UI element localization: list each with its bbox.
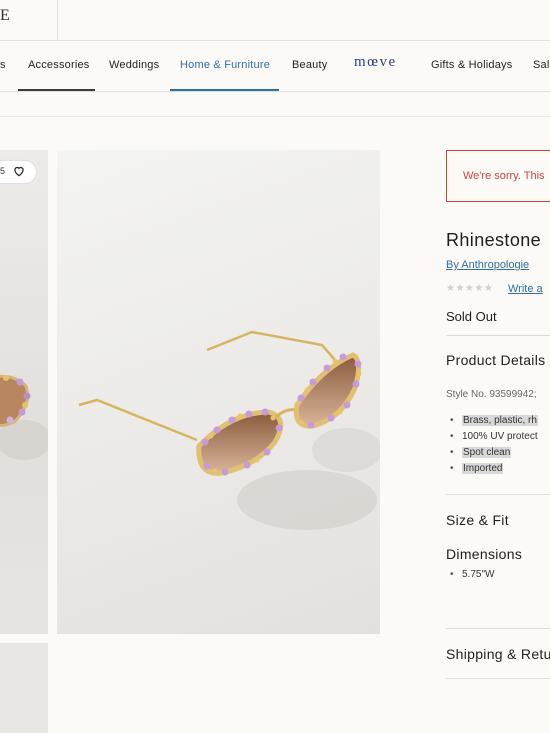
nav-item-accessories[interactable]: Accessories bbox=[28, 59, 90, 71]
stock-status: Sold Out bbox=[446, 309, 497, 324]
header-divider bbox=[0, 116, 550, 117]
brand-link[interactable]: By Anthropologie bbox=[446, 259, 529, 271]
heart-icon bbox=[14, 166, 24, 177]
thumbnail-image-front[interactable] bbox=[0, 150, 48, 634]
style-number: Style No. 93599942; bbox=[446, 389, 537, 400]
thumbnail-image-second[interactable] bbox=[0, 643, 48, 733]
divider bbox=[446, 678, 550, 679]
like-count: 5 bbox=[0, 166, 6, 176]
nav-underline-active bbox=[170, 89, 279, 91]
sunglasses-image bbox=[78, 330, 380, 530]
list-item: Brass, plastic, rh bbox=[450, 413, 538, 429]
top-bar: E bbox=[0, 0, 550, 41]
list-item: Imported bbox=[450, 461, 538, 477]
nav-item-beauty[interactable]: Beauty bbox=[292, 59, 327, 71]
logo-fragment[interactable]: E bbox=[0, 7, 10, 25]
nav-item-sale[interactable]: Sale bbox=[533, 59, 550, 71]
sunglasses-front-image bbox=[0, 374, 48, 460]
list-item: 100% UV protect bbox=[450, 429, 538, 445]
nav-underline-hover bbox=[18, 89, 95, 91]
nav-item-partial[interactable]: s bbox=[0, 59, 6, 71]
nav-item-home-furniture[interactable]: Home & Furniture bbox=[180, 59, 270, 71]
dimensions-list: 5.75"W bbox=[450, 569, 494, 580]
nav-item-maeve-logo[interactable]: mœve bbox=[354, 54, 397, 71]
top-divider bbox=[57, 0, 58, 40]
product-details-list: Brass, plastic, rh 100% UV protect Spot … bbox=[450, 413, 538, 477]
error-alert: We're sorry. This bbox=[446, 150, 550, 202]
like-button[interactable]: 5 bbox=[0, 161, 36, 183]
product-title: Rhinestone bbox=[446, 230, 542, 250]
list-item: Spot clean bbox=[450, 445, 538, 461]
shipping-returns-heading[interactable]: Shipping & Retu bbox=[446, 646, 550, 662]
rating-stars: ★★★★★ bbox=[446, 283, 494, 294]
write-review-link[interactable]: Write a bbox=[508, 283, 543, 295]
product-details-heading[interactable]: Product Details bbox=[446, 352, 545, 368]
divider bbox=[446, 335, 550, 336]
size-fit-heading[interactable]: Size & Fit bbox=[446, 512, 509, 528]
dimensions-heading: Dimensions bbox=[446, 546, 523, 562]
divider bbox=[446, 494, 550, 495]
main-nav: s Accessories Weddings Home & Furniture … bbox=[0, 41, 550, 92]
nav-item-gifts-holidays[interactable]: Gifts & Holidays bbox=[431, 59, 512, 71]
list-item: 5.75"W bbox=[450, 569, 494, 580]
error-message: We're sorry. This bbox=[463, 170, 545, 182]
divider bbox=[446, 628, 550, 629]
nav-item-weddings[interactable]: Weddings bbox=[109, 59, 159, 71]
main-product-image[interactable] bbox=[57, 150, 380, 634]
